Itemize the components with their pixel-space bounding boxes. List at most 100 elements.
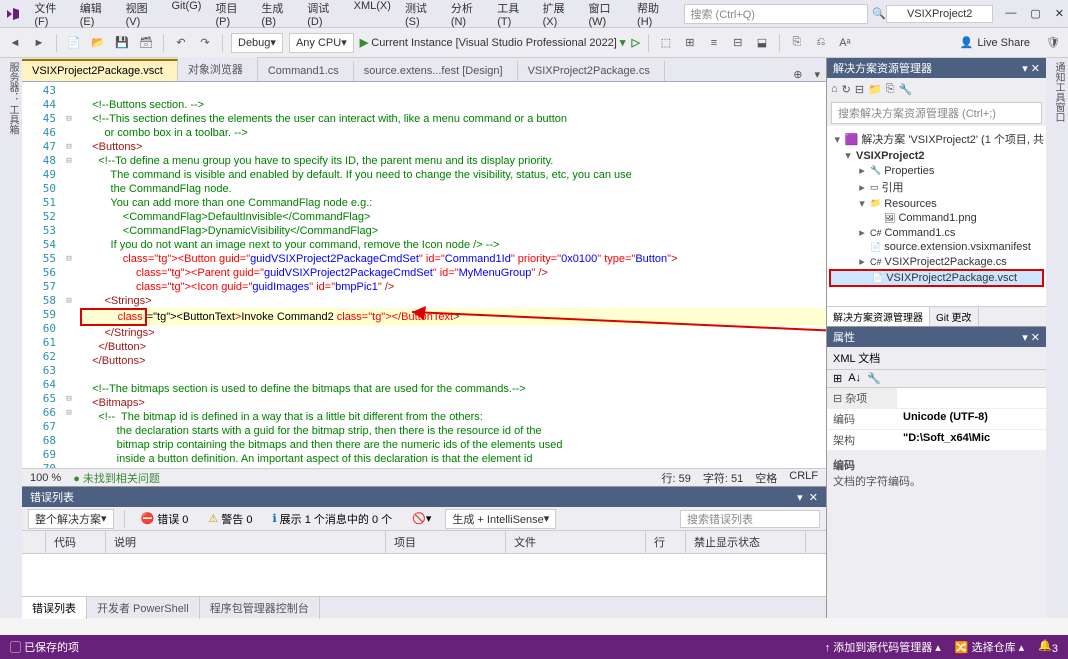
- menu-item[interactable]: Git(G): [166, 0, 208, 30]
- properties-grid[interactable]: ⊟ 杂项编码Unicode (UTF-8)架构"D:\Soft_x64\Mic: [827, 388, 1046, 451]
- fold-column[interactable]: ⊟⊟⊟⊟⊟⊟⊟: [62, 82, 76, 468]
- redo-icon[interactable]: ↷: [196, 34, 214, 52]
- tree-item[interactable]: ▸C#VSIXProject2Package.cs: [829, 254, 1044, 269]
- col-indicator[interactable]: 字符: 51: [703, 470, 743, 486]
- menu-item[interactable]: 工具(T): [491, 0, 534, 30]
- solution-tab[interactable]: Git 更改: [930, 307, 979, 326]
- error-col-header[interactable]: 行: [646, 531, 686, 553]
- start-nodbg-icon[interactable]: ▷: [631, 36, 639, 49]
- menu-item[interactable]: 生成(B): [255, 0, 299, 30]
- t4-icon[interactable]: ⊟: [729, 34, 747, 52]
- editor-tab[interactable]: VSIXProject2Package.vsct: [22, 59, 178, 81]
- bottom-tab[interactable]: 开发者 PowerShell: [87, 597, 200, 619]
- messages-filter[interactable]: ℹ展示 1 个消息中的 0 个: [266, 509, 398, 529]
- build-combo[interactable]: 生成 + IntelliSense ▾: [445, 509, 556, 529]
- collapse-icon[interactable]: ⊟: [855, 83, 864, 96]
- solution-search[interactable]: 搜索解决方案资源管理器 (Ctrl+;): [831, 102, 1042, 124]
- menu-item[interactable]: 视图(V): [120, 0, 164, 30]
- menu-item[interactable]: 文件(F): [28, 0, 71, 30]
- menu-item[interactable]: 窗口(W): [583, 0, 630, 30]
- tree-item[interactable]: 📄VSIXProject2Package.vsct: [829, 269, 1044, 287]
- close-icon[interactable]: ✕: [1055, 7, 1064, 20]
- solution-tab[interactable]: 解决方案资源管理器: [827, 307, 930, 326]
- code-editor[interactable]: 4344454647484950515253545556575859606162…: [22, 82, 826, 468]
- line-indicator[interactable]: 行: 59: [662, 470, 691, 486]
- t6-icon[interactable]: ⎘: [788, 34, 806, 52]
- error-table[interactable]: 代码说明项目文件行禁止显示状态: [22, 531, 826, 596]
- errors-filter[interactable]: ⛔错误 0: [135, 509, 195, 529]
- error-col-header[interactable]: 代码: [46, 531, 106, 553]
- tree-item[interactable]: ▸▭引用: [829, 178, 1044, 196]
- error-panel-title[interactable]: 错误列表 ▾ ✕: [22, 487, 826, 507]
- t2-icon[interactable]: ⊞: [681, 34, 699, 52]
- bottom-tab[interactable]: 程序包管理器控制台: [200, 597, 320, 619]
- editor-tab[interactable]: Command1.cs: [258, 61, 354, 81]
- code-content[interactable]: <!--Buttons section. --> <!--This sectio…: [76, 82, 826, 468]
- issues-indicator[interactable]: ● 未找到相关问题: [73, 470, 160, 486]
- props-toolbar[interactable]: ⊞A↓🔧: [827, 370, 1046, 388]
- saveall-icon[interactable]: 🗃: [137, 34, 155, 52]
- nav-fwd-icon[interactable]: ►: [30, 34, 48, 52]
- source-control-button[interactable]: ↑ 添加到源代码管理器 ▴: [825, 639, 941, 655]
- project-badge[interactable]: VSIXProject2: [886, 5, 993, 23]
- t7-icon[interactable]: ⎌: [812, 34, 830, 52]
- menu-item[interactable]: XML(X): [348, 0, 397, 30]
- repo-button[interactable]: 🔀 选择仓库 ▴: [955, 639, 1024, 655]
- open-icon[interactable]: 📂: [89, 34, 107, 52]
- t1-icon[interactable]: ⬚: [657, 34, 675, 52]
- scope-combo[interactable]: 整个解决方案 ▾: [28, 509, 114, 529]
- menu-item[interactable]: 编辑(E): [74, 0, 118, 30]
- menu-item[interactable]: 扩展(X): [537, 0, 581, 30]
- undo-icon[interactable]: ↶: [172, 34, 190, 52]
- search-input[interactable]: 搜索 (Ctrl+Q): [684, 4, 869, 24]
- start-button[interactable]: ▶ Current Instance [Visual Studio Profes…: [360, 36, 626, 49]
- tab-overflow-icon[interactable]: ⊕: [787, 68, 808, 81]
- wrench-icon[interactable]: 🔧: [867, 372, 881, 385]
- menu-item[interactable]: 帮助(H): [631, 0, 675, 30]
- error-search[interactable]: 搜索错误列表: [680, 510, 820, 528]
- error-col-header[interactable]: 项目: [386, 531, 506, 553]
- showall-icon[interactable]: 📁: [868, 83, 882, 96]
- tree-item[interactable]: 📄source.extension.vsixmanifest: [829, 240, 1044, 254]
- props-icon[interactable]: 🔧: [899, 83, 913, 96]
- nav-back-icon[interactable]: ◄: [6, 34, 24, 52]
- property-row[interactable]: 编码Unicode (UTF-8): [827, 409, 1046, 430]
- error-col-header[interactable]: 禁止显示状态: [686, 531, 806, 553]
- t8-icon[interactable]: Aᵃ: [836, 34, 854, 52]
- right-rail[interactable]: 通知工具窗口: [1046, 58, 1068, 618]
- editor-tab[interactable]: VSIXProject2Package.cs: [518, 61, 665, 81]
- error-col-header[interactable]: 文件: [506, 531, 646, 553]
- new-icon[interactable]: 📄: [65, 34, 83, 52]
- tree-item[interactable]: ▾📁Resources: [829, 196, 1044, 211]
- tree-item[interactable]: ▸C#Command1.cs: [829, 225, 1044, 240]
- menu-item[interactable]: 调试(D): [301, 0, 345, 30]
- cat-icon[interactable]: ⊞: [833, 372, 842, 385]
- error-col-header[interactable]: [22, 531, 46, 553]
- home-icon[interactable]: ⌂: [831, 83, 838, 95]
- platform-combo[interactable]: Any CPU ▾: [289, 33, 354, 53]
- solution-toolbar[interactable]: ⌂ ↻ ⊟ 📁 ⎘ 🔧: [827, 78, 1046, 100]
- menu-item[interactable]: 测试(S): [399, 0, 443, 30]
- t-icon[interactable]: ⎘: [886, 83, 895, 96]
- maximize-icon[interactable]: ▢: [1030, 7, 1040, 20]
- minimize-icon[interactable]: —: [1005, 7, 1016, 20]
- left-rail[interactable]: 服务器： 工具箱: [0, 58, 22, 618]
- config-combo[interactable]: Debug ▾: [231, 33, 283, 53]
- warnings-filter[interactable]: ⚠警告 0: [202, 509, 258, 529]
- property-row[interactable]: 架构"D:\Soft_x64\Mic: [827, 430, 1046, 451]
- editor-tab[interactable]: 对象浏览器: [178, 57, 258, 81]
- liveshare-button[interactable]: 👤 Live Share: [960, 36, 1030, 49]
- props-object[interactable]: XML 文档: [827, 347, 1046, 370]
- indent-indicator[interactable]: 空格: [755, 470, 777, 486]
- editor-tab[interactable]: source.extens...fest [Design]: [354, 61, 518, 81]
- properties-title[interactable]: 属性▾ ✕: [827, 327, 1046, 347]
- tree-item[interactable]: ▸🔧Properties: [829, 163, 1044, 178]
- t3-icon[interactable]: ≡: [705, 34, 723, 52]
- menu-item[interactable]: 分析(N): [445, 0, 489, 30]
- notifications-icon[interactable]: 🔔3: [1038, 639, 1058, 655]
- admin-icon[interactable]: 🛡: [1044, 34, 1062, 52]
- error-col-header[interactable]: 说明: [106, 531, 386, 553]
- suppress-filter[interactable]: 🚫▾: [406, 510, 437, 527]
- zoom-level[interactable]: 100 %: [30, 472, 61, 484]
- solution-explorer-title[interactable]: 解决方案资源管理器 ▾ ✕: [827, 58, 1046, 78]
